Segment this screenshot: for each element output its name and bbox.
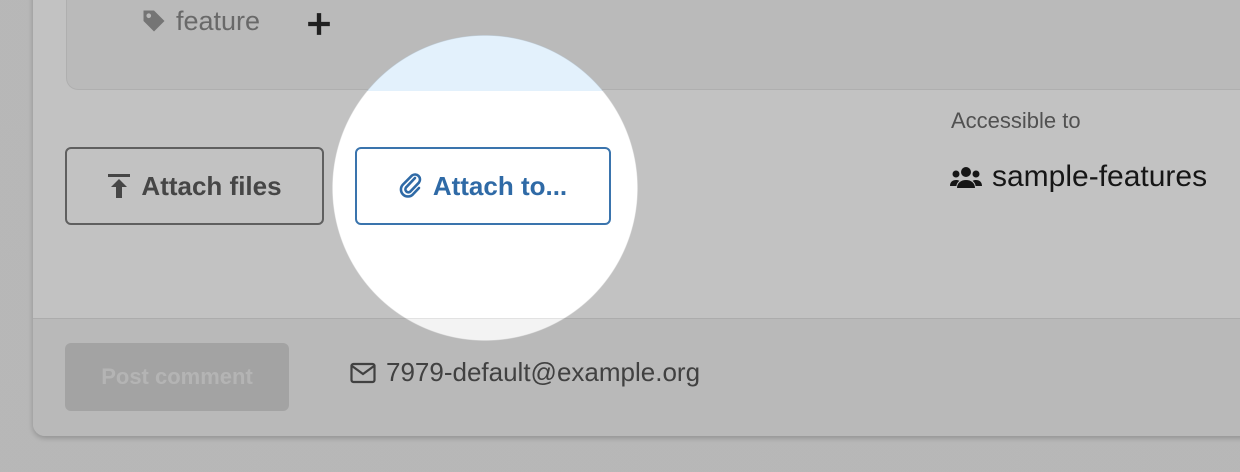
plus-icon <box>308 13 330 35</box>
envelope-icon <box>350 362 376 383</box>
paperclip-icon <box>399 173 422 198</box>
upload-icon <box>108 174 131 198</box>
tags-area: feature <box>66 0 1240 90</box>
users-icon <box>950 167 982 188</box>
access-label: Accessible to <box>951 108 1081 133</box>
attach-to-button[interactable]: Attach to... <box>355 147 611 225</box>
attach-files-label: Attach files <box>141 170 282 201</box>
add-tag-button[interactable] <box>304 9 334 39</box>
post-comment-button[interactable]: Post comment <box>65 343 289 411</box>
access-group[interactable]: sample-features <box>950 160 1207 194</box>
comment-footer: Post comment 7979-default@example.org <box>33 318 1240 436</box>
attach-to-label: Attach to... <box>432 170 568 201</box>
notification-email: 7979-default@example.org <box>350 357 700 388</box>
comment-panel: feature Attach files Attach to... Access… <box>33 0 1240 436</box>
tag-feature[interactable]: feature <box>140 4 260 38</box>
tag-label: feature <box>176 5 261 36</box>
tag-icon <box>143 10 165 32</box>
attach-files-button[interactable]: Attach files <box>65 147 324 225</box>
page-background: feature Attach files Attach to... Access… <box>0 0 1240 472</box>
email-address: 7979-default@example.org <box>386 357 701 387</box>
access-group-name: sample-features <box>992 160 1208 193</box>
